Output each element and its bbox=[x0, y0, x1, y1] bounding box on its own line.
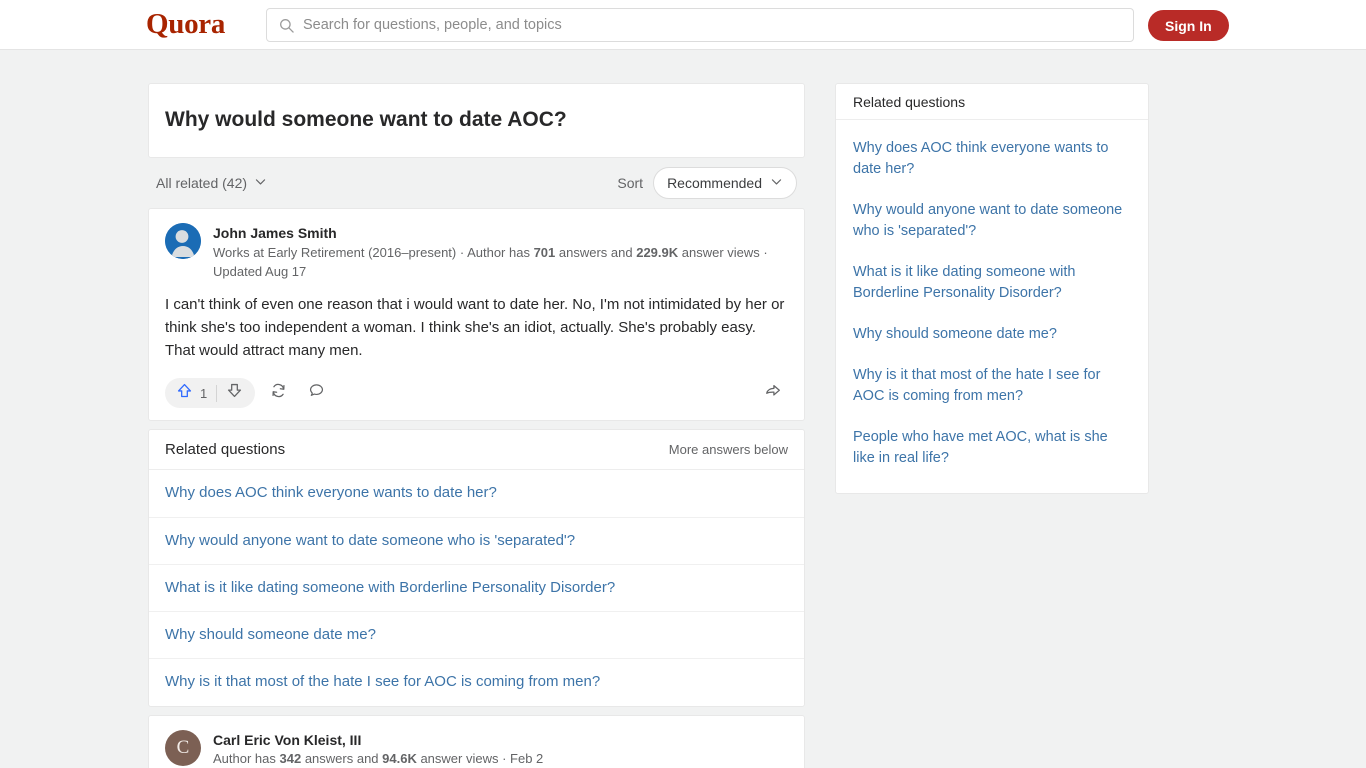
site-header: Quora Sign In bbox=[0, 0, 1366, 50]
repost-icon bbox=[270, 382, 287, 404]
related-question-link[interactable]: Why does AOC think everyone wants to dat… bbox=[149, 470, 804, 518]
related-question-link[interactable]: Why should someone date me? bbox=[149, 612, 804, 660]
sidebar-question-link[interactable]: People who have met AOC, what is she lik… bbox=[853, 417, 1131, 479]
repost-button[interactable] bbox=[263, 378, 293, 408]
sort-controls: Sort Recommended bbox=[617, 167, 797, 200]
share-button[interactable] bbox=[758, 378, 788, 408]
sidebar-related-questions-card: Related questions Why does AOC think eve… bbox=[835, 83, 1149, 495]
author-name[interactable]: Carl Eric Von Kleist, III bbox=[213, 731, 543, 751]
related-questions-header: Related questions More answers below bbox=[149, 430, 804, 471]
question-card: Why would someone want to date AOC? bbox=[148, 83, 805, 159]
upvote-count: 1 bbox=[200, 385, 208, 401]
downvote-arrow-icon bbox=[226, 382, 243, 404]
author-name[interactable]: John James Smith bbox=[213, 224, 788, 244]
author-row: John James Smith Works at Early Retireme… bbox=[165, 223, 788, 281]
comment-icon bbox=[308, 382, 325, 404]
avatar[interactable] bbox=[165, 223, 201, 260]
author-meta: John James Smith Works at Early Retireme… bbox=[213, 223, 788, 281]
author-row: C Carl Eric Von Kleist, III Author has 3… bbox=[165, 729, 788, 768]
sidebar: Related questions Why does AOC think eve… bbox=[835, 83, 1149, 495]
sort-label: Sort bbox=[617, 175, 644, 192]
related-question-link[interactable]: Why is it that most of the hate I see fo… bbox=[149, 659, 804, 705]
answer-filter-row: All related (42) Sort Recommended bbox=[148, 158, 805, 208]
sidebar-question-link[interactable]: Why would anyone want to date someone wh… bbox=[853, 190, 1131, 252]
answer-action-bar: 1 bbox=[165, 374, 788, 412]
search-icon bbox=[279, 18, 294, 33]
downvote-button[interactable] bbox=[217, 378, 251, 408]
user-silhouette-icon bbox=[165, 223, 201, 260]
sidebar-title: Related questions bbox=[836, 84, 1148, 120]
answer-card: C Carl Eric Von Kleist, III Author has 3… bbox=[148, 714, 805, 768]
chevron-down-icon bbox=[770, 175, 783, 191]
search-box[interactable] bbox=[266, 8, 1134, 42]
upvote-button[interactable]: 1 bbox=[169, 378, 216, 408]
sort-value: Recommended bbox=[667, 175, 762, 192]
sign-in-button[interactable]: Sign In bbox=[1148, 10, 1229, 41]
author-meta: Carl Eric Von Kleist, III Author has 342… bbox=[213, 730, 543, 768]
share-arrow-icon bbox=[764, 382, 782, 405]
avatar[interactable]: C bbox=[165, 729, 201, 766]
answer-text: I can't think of even one reason that i … bbox=[165, 295, 785, 360]
sort-dropdown[interactable]: Recommended bbox=[653, 167, 797, 200]
vote-pill: 1 bbox=[165, 378, 256, 409]
page-title: Why would someone want to date AOC? bbox=[165, 108, 567, 131]
avatar-initial: C bbox=[176, 736, 190, 758]
sidebar-question-link[interactable]: Why should someone date me? bbox=[853, 314, 1131, 355]
comment-button[interactable] bbox=[301, 378, 331, 408]
more-answers-below-label: More answers below bbox=[668, 442, 788, 458]
author-credential: Author has 342 answers and 94.6K answer … bbox=[213, 751, 544, 767]
all-related-dropdown[interactable]: All related (42) bbox=[156, 175, 267, 191]
upvote-arrow-icon bbox=[176, 382, 193, 404]
related-questions-title: Related questions bbox=[165, 441, 286, 459]
author-credential: Works at Early Retirement (2016–present)… bbox=[213, 244, 768, 279]
main-column: Why would someone want to date AOC? All … bbox=[148, 83, 805, 768]
search-input[interactable] bbox=[303, 17, 1121, 33]
sidebar-list: Why does AOC think everyone wants to dat… bbox=[836, 120, 1148, 493]
related-question-link[interactable]: What is it like dating someone with Bord… bbox=[149, 565, 804, 613]
quora-logo[interactable]: Quora bbox=[146, 8, 225, 41]
action-buttons-left: 1 bbox=[165, 378, 331, 409]
chevron-down-icon bbox=[254, 175, 267, 191]
related-question-link[interactable]: Why would anyone want to date someone wh… bbox=[149, 518, 804, 565]
sidebar-question-link[interactable]: Why does AOC think everyone wants to dat… bbox=[853, 128, 1131, 190]
answer-card: John James Smith Works at Early Retireme… bbox=[148, 208, 805, 422]
sidebar-question-link[interactable]: Why is it that most of the hate I see fo… bbox=[853, 355, 1131, 417]
all-related-label: All related (42) bbox=[156, 175, 248, 192]
sidebar-question-link[interactable]: What is it like dating someone with Bord… bbox=[853, 252, 1131, 314]
related-questions-card: Related questions More answers below Why… bbox=[148, 429, 805, 707]
